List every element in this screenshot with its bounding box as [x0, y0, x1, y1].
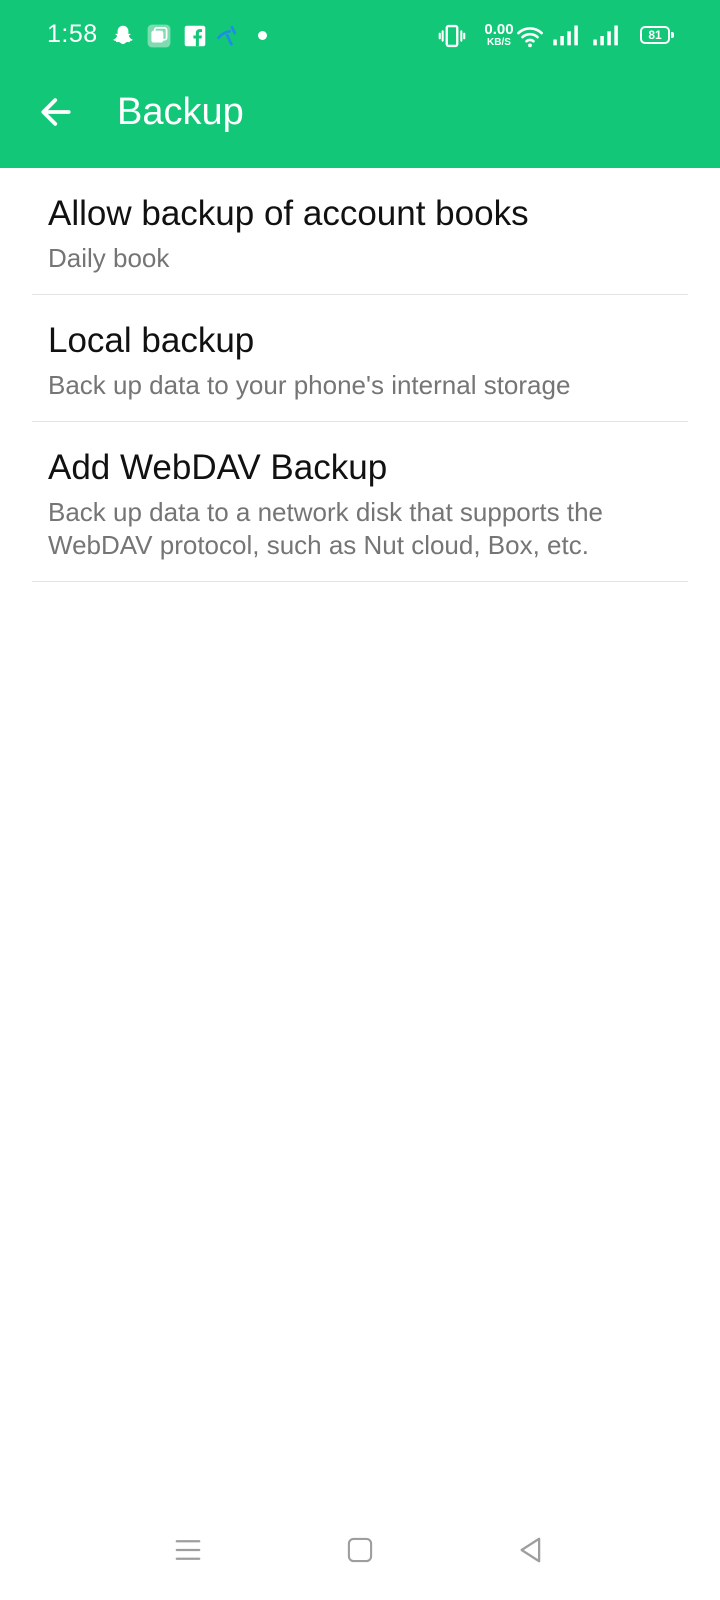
menu-icon	[175, 1540, 201, 1560]
list-item-local-backup[interactable]: Local backup Back up data to your phone'…	[0, 295, 720, 422]
navigation-bar	[0, 1500, 720, 1600]
network-speed: 0.00 KB/S	[481, 22, 517, 48]
wifi-icon	[517, 27, 543, 48]
backup-options-list: Allow backup of account books Daily book…	[0, 168, 720, 582]
battery-level: 81	[648, 28, 662, 42]
page-title: Backup	[117, 91, 244, 133]
back-button[interactable]	[30, 86, 82, 138]
back-arrow-icon	[41, 98, 71, 126]
facebook-icon	[184, 25, 206, 47]
notification-dot-icon	[258, 31, 267, 40]
list-item-subtitle: Back up data to your phone's internal st…	[48, 370, 571, 400]
vibrate-icon	[438, 24, 466, 48]
battery-icon: 81	[640, 26, 674, 44]
recent-apps-button[interactable]	[162, 1524, 214, 1576]
list-item-account-books-backup[interactable]: Allow backup of account books Daily book	[0, 168, 720, 295]
signal-icon	[593, 25, 618, 46]
back-icon	[520, 1537, 541, 1563]
status-time: 1:58	[47, 20, 98, 48]
system-back-button[interactable]	[505, 1524, 557, 1576]
snapchat-icon	[113, 25, 133, 45]
list-item-subtitle: Back up data to a network disk that supp…	[48, 497, 603, 560]
list-item-title: Add WebDAV Backup	[48, 448, 388, 487]
list-item-title: Allow backup of account books	[48, 194, 529, 233]
network-speed-value: 0.00	[484, 21, 514, 38]
telenor-icon	[217, 25, 237, 46]
app-header: 1:58 0.00 KB/S 81 Backup	[0, 0, 720, 168]
list-item-title: Local backup	[48, 321, 255, 360]
app-icon	[147, 24, 171, 48]
home-icon	[347, 1537, 373, 1563]
signal-icon	[553, 25, 578, 46]
status-bar: 1:58 0.00 KB/S 81	[0, 0, 720, 72]
network-speed-unit: KB/S	[487, 37, 511, 48]
home-button[interactable]	[334, 1524, 386, 1576]
list-item-subtitle: Daily book	[48, 243, 170, 273]
list-item-webdav-backup[interactable]: Add WebDAV Backup Back up data to a netw…	[0, 422, 720, 582]
